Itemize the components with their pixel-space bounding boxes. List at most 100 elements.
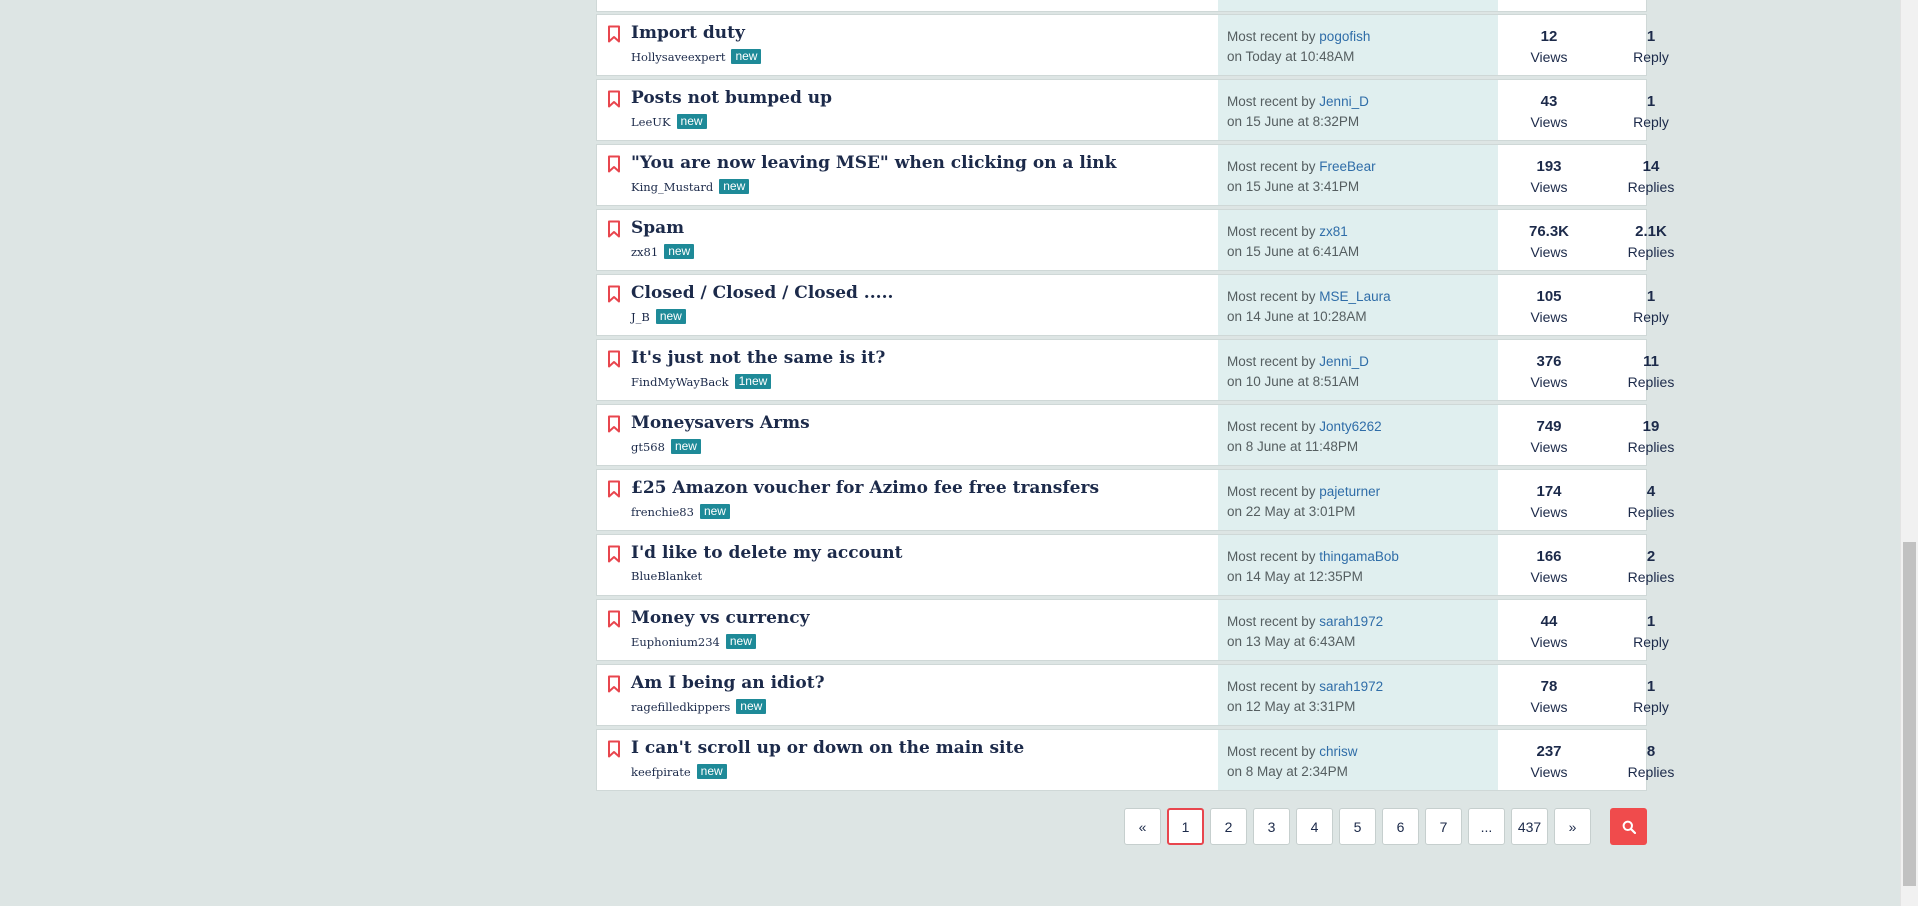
most-recent-user[interactable]: sarah1972 — [1319, 679, 1383, 694]
views-stat: 193 Views — [1509, 157, 1589, 197]
pagination-page-7[interactable]: 7 — [1425, 808, 1462, 845]
thread-title[interactable]: I can't scroll up or down on the main si… — [631, 738, 1024, 758]
thread-author[interactable]: ragefilledkippers — [631, 700, 730, 714]
scrollbar-thumb[interactable] — [1903, 542, 1916, 886]
new-badge[interactable]: new — [676, 114, 707, 129]
most-recent-user[interactable]: Jonty6262 — [1319, 419, 1381, 434]
thread-author[interactable]: FindMyWayBack — [631, 375, 729, 389]
views-label: Views — [1530, 309, 1568, 325]
thread-title[interactable]: Am I being an idiot? — [631, 673, 825, 693]
thread-author[interactable]: Euphonium234 — [631, 635, 720, 649]
replies-stat: 8 Replies — [1611, 742, 1691, 782]
thread-meta: zx81 new — [631, 244, 695, 259]
new-badge[interactable]: 1new — [734, 374, 772, 389]
scrollbar[interactable] — [1900, 0, 1918, 906]
most-recent-user[interactable]: FreeBear — [1319, 159, 1375, 174]
search-button[interactable] — [1610, 808, 1647, 845]
pagination-page-6[interactable]: 6 — [1382, 808, 1419, 845]
thread-author[interactable]: King_Mustard — [631, 180, 713, 194]
thread-meta: frenchie83 new — [631, 504, 730, 519]
bookmark-icon[interactable] — [607, 25, 621, 43]
replies-stat: 1 Reply — [1611, 92, 1691, 132]
bookmark-icon[interactable] — [607, 480, 621, 498]
thread-author[interactable]: LeeUK — [631, 115, 671, 129]
new-badge[interactable]: new — [664, 244, 695, 259]
pagination-page-1[interactable]: 1 — [1167, 808, 1204, 845]
most-recent-user[interactable]: pajeturner — [1319, 484, 1380, 499]
bookmark-icon[interactable] — [607, 350, 621, 368]
most-recent-time: on 14 June at 10:28AM — [1227, 309, 1367, 324]
most-recent-time: on Today at 10:48AM — [1227, 49, 1355, 64]
views-stat: 43 Views — [1509, 92, 1589, 132]
thread-author[interactable]: keefpirate — [631, 765, 691, 779]
pagination-ellipsis[interactable]: ... — [1468, 808, 1505, 845]
most-recent-prefix: Most recent by — [1227, 224, 1320, 239]
bookmark-icon[interactable] — [607, 740, 621, 758]
new-badge[interactable]: new — [731, 49, 762, 64]
thread-author[interactable]: zx81 — [631, 245, 658, 259]
new-badge[interactable]: new — [670, 439, 701, 454]
pagination-prev-button[interactable]: « — [1124, 808, 1161, 845]
bookmark-icon[interactable] — [607, 285, 621, 303]
views-label: Views — [1530, 699, 1568, 715]
pagination-next-button[interactable]: » — [1554, 808, 1591, 845]
bookmark-icon[interactable] — [607, 155, 621, 173]
thread-author[interactable]: frenchie83 — [631, 505, 694, 519]
new-badge[interactable]: new — [696, 764, 727, 779]
replies-stat: 4 Replies — [1611, 482, 1691, 522]
thread-title[interactable]: Posts not bumped up — [631, 88, 832, 108]
replies-label: Replies — [1627, 179, 1675, 195]
new-badge[interactable]: new — [699, 504, 730, 519]
pagination-page-437[interactable]: 437 — [1511, 808, 1548, 845]
thread-meta: LeeUK new — [631, 114, 707, 129]
most-recent: Most recent by FreeBear on 15 June at 3:… — [1227, 157, 1376, 197]
views-count: 376 — [1536, 353, 1562, 370]
thread-meta: keefpirate new — [631, 764, 727, 779]
thread-title[interactable]: £25 Amazon voucher for Azimo fee free tr… — [631, 478, 1099, 498]
thread-title[interactable]: Closed / Closed / Closed ..... — [631, 283, 893, 303]
bookmark-icon[interactable] — [607, 610, 621, 628]
thread-title[interactable]: I'd like to delete my account — [631, 543, 902, 563]
most-recent-time: on 8 June at 11:48PM — [1227, 439, 1359, 454]
most-recent-prefix: Most recent by — [1227, 614, 1320, 629]
most-recent-user[interactable]: MSE_Laura — [1319, 289, 1390, 304]
most-recent-user[interactable]: Jenni_D — [1319, 354, 1369, 369]
bookmark-icon[interactable] — [607, 545, 621, 563]
new-badge[interactable]: new — [725, 634, 756, 649]
most-recent-time: on 14 May at 12:35PM — [1227, 569, 1363, 584]
most-recent-user[interactable]: Jenni_D — [1319, 94, 1369, 109]
pagination-page-2[interactable]: 2 — [1210, 808, 1247, 845]
replies-count: 19 — [1642, 418, 1660, 435]
search-icon — [1622, 820, 1636, 834]
bookmark-icon[interactable] — [607, 220, 621, 238]
pagination-page-5[interactable]: 5 — [1339, 808, 1376, 845]
bookmark-icon[interactable] — [607, 415, 621, 433]
thread-author[interactable]: gt568 — [631, 440, 665, 454]
bookmark-icon[interactable] — [607, 675, 621, 693]
thread-author[interactable]: BlueBlanket — [631, 569, 702, 583]
thread-author[interactable]: J_B — [631, 310, 650, 324]
most-recent-user[interactable]: thingamaBob — [1319, 549, 1399, 564]
new-badge[interactable]: new — [655, 309, 686, 324]
most-recent-user[interactable]: pogofish — [1319, 29, 1370, 44]
replies-count: 1 — [1646, 288, 1656, 305]
thread-title[interactable]: It's just not the same is it? — [631, 348, 885, 368]
most-recent-user[interactable]: zx81 — [1319, 224, 1348, 239]
most-recent-user[interactable]: chrisw — [1319, 744, 1357, 759]
most-recent-user[interactable]: sarah1972 — [1319, 614, 1383, 629]
most-recent: Most recent by pogofish on Today at 10:4… — [1227, 27, 1370, 67]
thread-author[interactable]: Hollysaveexpert — [631, 50, 725, 64]
most-recent-prefix: Most recent by — [1227, 159, 1320, 174]
new-badge[interactable]: new — [719, 179, 750, 194]
new-badge[interactable]: new — [736, 699, 767, 714]
replies-label: Replies — [1627, 374, 1675, 390]
thread-title[interactable]: Money vs currency — [631, 608, 810, 628]
pagination-page-3[interactable]: 3 — [1253, 808, 1290, 845]
thread-title[interactable]: "You are now leaving MSE" when clicking … — [631, 153, 1116, 173]
thread-row: "You are now leaving MSE" when clicking … — [596, 144, 1674, 206]
pagination-page-4[interactable]: 4 — [1296, 808, 1333, 845]
thread-title[interactable]: Import duty — [631, 23, 745, 43]
bookmark-icon[interactable] — [607, 90, 621, 108]
thread-title[interactable]: Spam — [631, 218, 684, 238]
thread-title[interactable]: Moneysavers Arms — [631, 413, 810, 433]
